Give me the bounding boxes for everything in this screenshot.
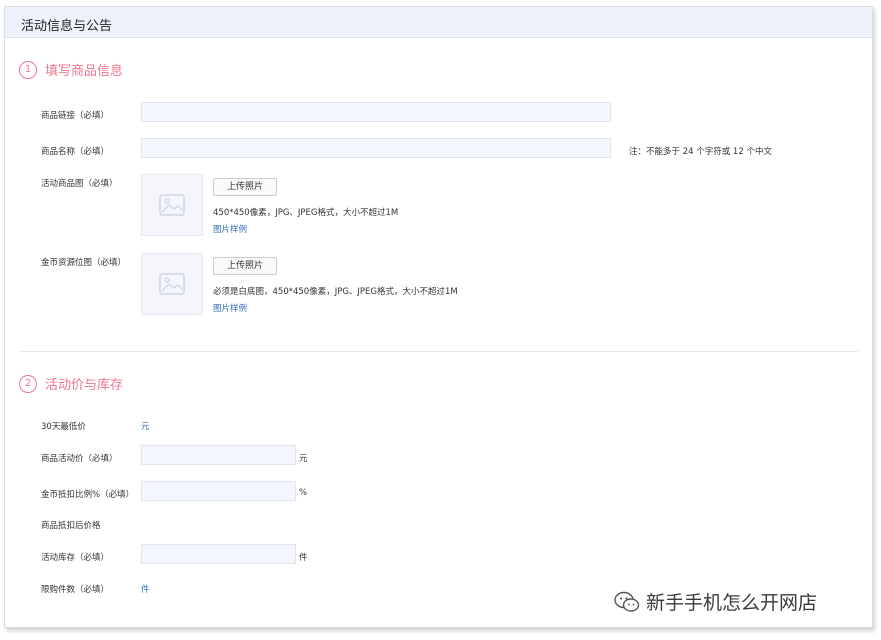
coin-image-upload-button[interactable]: 上传照片 bbox=[213, 257, 277, 275]
purchase-limit-unit: 件 bbox=[141, 585, 150, 595]
activity-price-unit: 元 bbox=[299, 454, 308, 464]
watermark-text: 新手手机怎么开网店 bbox=[646, 592, 818, 614]
product-image-placeholder[interactable] bbox=[141, 174, 203, 236]
step-number-2: 2 bbox=[19, 374, 37, 393]
coin-image-hint: 必须是白底图，450*450像素，JPG、JPEG格式，大小不超过1M bbox=[213, 287, 458, 297]
product-name-label: 商品名称（必填） bbox=[41, 147, 110, 157]
panel-header: 活动信息与公告 bbox=[5, 7, 872, 38]
product-image-upload-button[interactable]: 上传照片 bbox=[213, 178, 277, 196]
product-link-label: 商品链接（必填） bbox=[41, 111, 110, 121]
step-number-1: 1 bbox=[19, 60, 37, 79]
product-link-input[interactable] bbox=[141, 102, 611, 122]
section-title-text: 活动价与库存 bbox=[45, 378, 124, 393]
section-price-stock-title: 2 活动价与库存 bbox=[19, 374, 123, 393]
coin-ratio-unit: % bbox=[299, 488, 308, 498]
product-image-sample-link[interactable]: 图片样例 bbox=[213, 223, 247, 235]
coin-image-label: 金币资源位图（必填） bbox=[41, 258, 127, 268]
activity-stock-unit: 件 bbox=[299, 553, 308, 563]
activity-stock-label: 活动库存（必填） bbox=[41, 553, 110, 563]
lowest-price-unit: 元 bbox=[141, 422, 150, 432]
wechat-icon bbox=[614, 591, 640, 612]
coin-image-placeholder[interactable] bbox=[141, 253, 203, 315]
coin-image-sample-link[interactable]: 图片样例 bbox=[213, 302, 247, 314]
coin-ratio-label: 金币抵扣比例%（必填） bbox=[41, 490, 135, 500]
section-divider bbox=[19, 351, 858, 352]
product-name-note: 注：不能多于 24 个字符或 12 个中文 bbox=[629, 147, 772, 157]
activity-stock-input[interactable] bbox=[141, 544, 296, 564]
after-deduct-price-label: 商品抵扣后价格 bbox=[41, 521, 101, 531]
product-name-input[interactable] bbox=[141, 138, 611, 158]
panel-title: 活动信息与公告 bbox=[21, 19, 113, 34]
activity-price-label: 商品活动价（必填） bbox=[41, 454, 118, 464]
product-image-label: 活动商品图（必填） bbox=[41, 179, 118, 189]
section-product-info-title: 1 填写商品信息 bbox=[19, 60, 123, 79]
coin-ratio-input[interactable] bbox=[141, 481, 296, 501]
watermark: 新手手机怎么开网店 bbox=[614, 588, 817, 615]
image-placeholder-icon bbox=[159, 194, 185, 216]
activity-price-input[interactable] bbox=[141, 445, 296, 465]
image-placeholder-icon bbox=[159, 273, 185, 295]
section-title-text: 填写商品信息 bbox=[45, 64, 124, 79]
product-image-hint: 450*450像素，JPG、JPEG格式，大小不超过1M bbox=[213, 208, 399, 218]
activity-panel: 活动信息与公告 1 填写商品信息 商品链接（必填） 商品名称（必填） 注：不能多… bbox=[4, 6, 873, 628]
purchase-limit-label: 限购件数（必填） bbox=[41, 585, 110, 595]
lowest-price-label: 30天最低价 bbox=[41, 422, 86, 432]
